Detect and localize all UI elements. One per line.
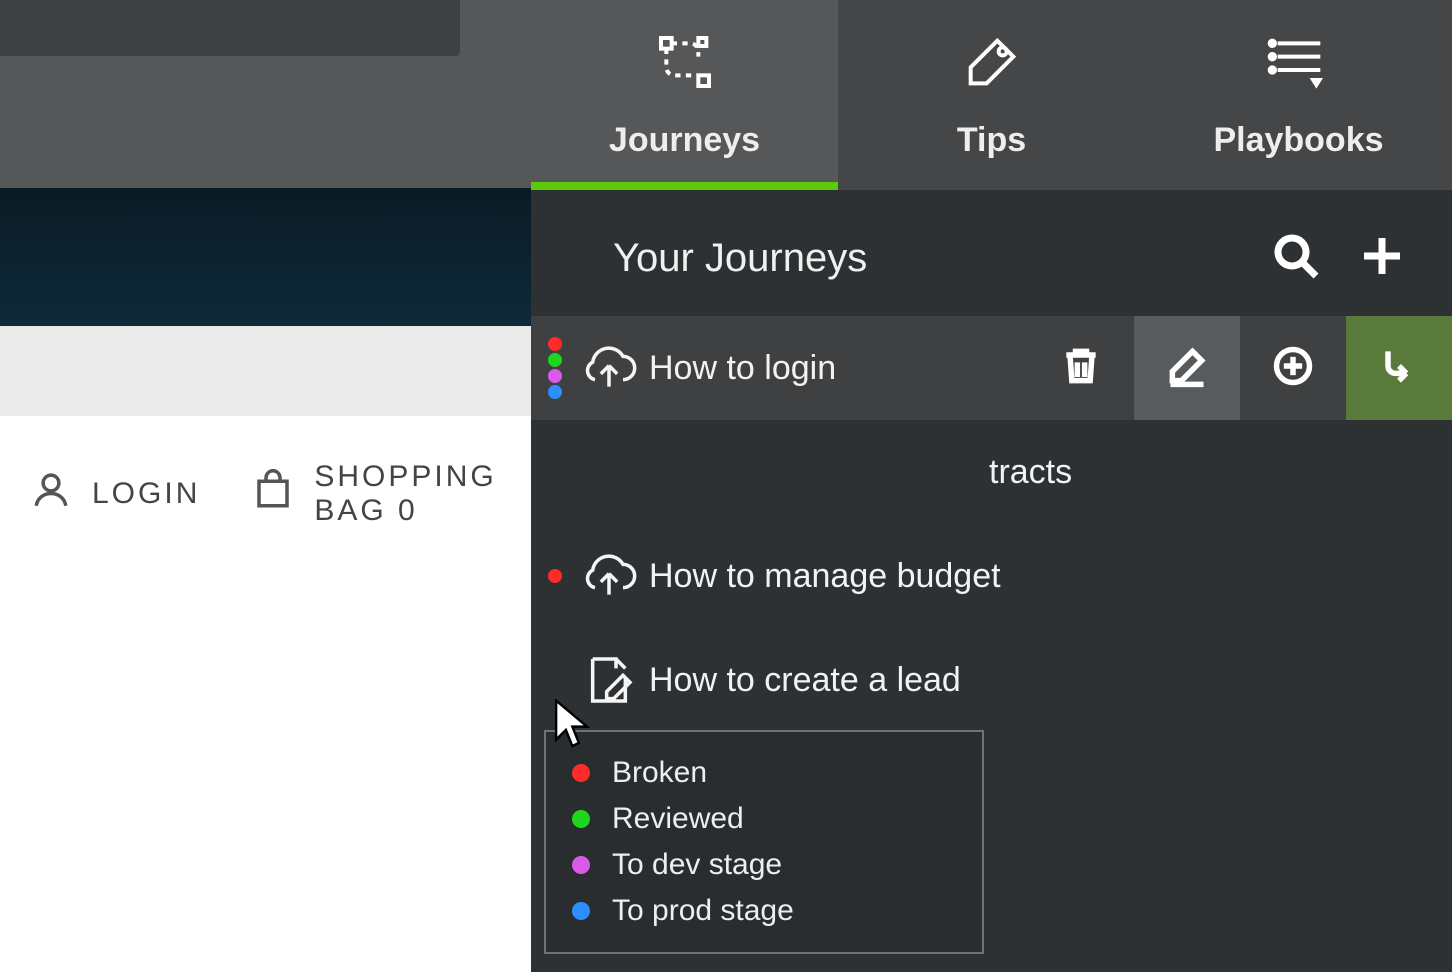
status-dot-reviewed-icon: [548, 353, 562, 367]
pencil-icon: [1165, 344, 1209, 393]
add-step-button[interactable]: [1240, 316, 1346, 420]
underlying-search-bar: [0, 0, 460, 56]
status-legend-item[interactable]: Reviewed: [572, 796, 956, 842]
status-legend-item[interactable]: To prod stage: [572, 888, 956, 934]
underlying-hero: [0, 188, 531, 326]
journey-row[interactable]: tracts: [531, 420, 1452, 524]
search-button[interactable]: [1268, 230, 1324, 286]
search-icon: [1272, 232, 1320, 285]
tab-tips[interactable]: Tips: [838, 0, 1145, 190]
delete-button[interactable]: [1028, 316, 1134, 420]
trash-icon: [1059, 344, 1103, 393]
bag-icon: [252, 469, 294, 519]
status-dot-prod-icon: [548, 385, 562, 399]
edit-doc-icon: [569, 652, 649, 708]
side-panel: Journeys Tips Playbooks Your Journeys: [531, 0, 1452, 972]
journeys-list: How to login tracts: [531, 316, 1452, 972]
status-legend-item[interactable]: Broken: [572, 750, 956, 796]
edit-button[interactable]: [1134, 316, 1240, 420]
cloud-upload-icon: [569, 548, 649, 604]
cloud-upload-icon: [569, 340, 649, 396]
status-dot-broken-icon: [548, 569, 562, 583]
status-legend-label: Reviewed: [612, 802, 744, 836]
playbooks-icon: [1267, 30, 1331, 103]
tab-label: Journeys: [609, 121, 760, 160]
login-link[interactable]: LOGIN: [30, 469, 200, 519]
journey-title: How to manage budget: [649, 557, 1452, 596]
status-legend-label: Broken: [612, 756, 707, 790]
journey-title: tracts: [649, 453, 1452, 492]
status-legend-item[interactable]: To dev stage: [572, 842, 956, 888]
user-icon: [30, 469, 72, 519]
status-dot-prod-icon: [572, 902, 590, 920]
tab-bar: Journeys Tips Playbooks: [531, 0, 1452, 190]
add-journey-button[interactable]: [1354, 230, 1410, 286]
section-title: Your Journeys: [613, 236, 1268, 281]
status-dots[interactable]: [541, 569, 569, 583]
underlying-toolbar: [0, 0, 531, 188]
underlying-band: [0, 326, 531, 416]
status-dot-dev-icon: [548, 369, 562, 383]
journey-row[interactable]: How to create a lead: [531, 628, 1452, 732]
shopping-bag-label: SHOPPING BAG 0: [314, 460, 531, 528]
status-dots[interactable]: [541, 337, 569, 399]
row-actions: [1028, 316, 1452, 420]
shopping-bag-link[interactable]: SHOPPING BAG 0: [252, 460, 531, 528]
circle-plus-icon: [1271, 344, 1315, 393]
arrow-down-icon: [1377, 344, 1421, 393]
status-dot-broken-icon: [572, 764, 590, 782]
tab-label: Playbooks: [1213, 121, 1383, 160]
status-dot-reviewed-icon: [572, 810, 590, 828]
status-legend-label: To dev stage: [612, 848, 782, 882]
journey-title: How to create a lead: [649, 661, 1452, 700]
status-dot-dev-icon: [572, 856, 590, 874]
journey-row[interactable]: How to login: [531, 316, 1452, 420]
journey-row[interactable]: How to manage budget: [531, 524, 1452, 628]
status-dot-broken-icon: [548, 337, 562, 351]
move-down-button[interactable]: [1346, 316, 1452, 420]
journeys-icon: [653, 30, 717, 103]
tab-playbooks[interactable]: Playbooks: [1145, 0, 1452, 190]
tab-journeys[interactable]: Journeys: [531, 0, 838, 190]
tips-icon: [960, 30, 1024, 103]
status-legend-label: To prod stage: [612, 894, 794, 928]
section-header: Your Journeys: [531, 190, 1452, 316]
status-legend-popup: Broken Reviewed To dev stage To prod sta…: [544, 730, 984, 954]
tab-label: Tips: [957, 121, 1026, 160]
plus-icon: [1358, 232, 1406, 285]
underlying-app: LOGIN SHOPPING BAG 0: [0, 0, 531, 972]
login-label: LOGIN: [92, 477, 200, 511]
